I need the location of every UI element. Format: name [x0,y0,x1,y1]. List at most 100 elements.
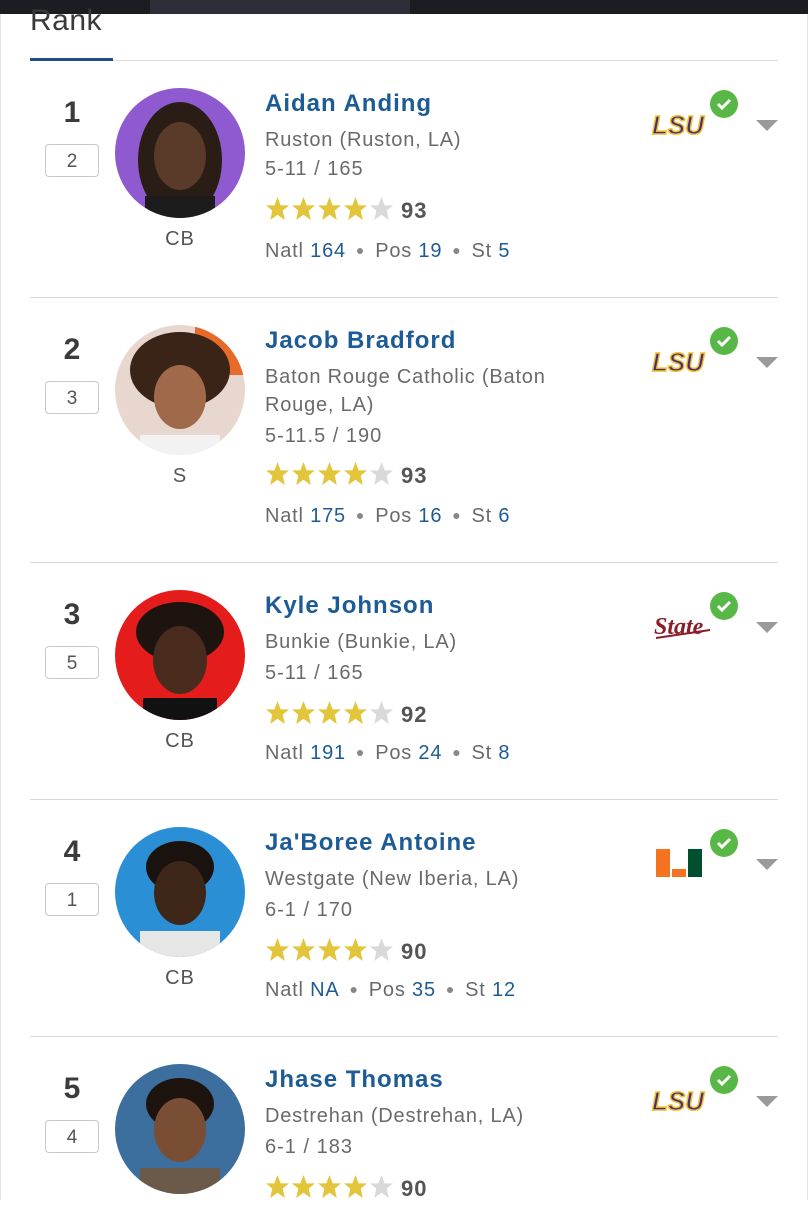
player-position: CB [165,967,195,989]
star-icon [344,938,367,961]
row-divider [30,297,778,298]
committed-check-icon [710,90,738,118]
star-icon [266,197,289,220]
star-empty-icon [370,1175,393,1198]
state-rank[interactable]: 5 [498,240,510,262]
svg-text:LSU: LSU [652,347,705,377]
state-rank[interactable]: 6 [498,505,510,527]
committed-check-icon [710,592,738,620]
star-icon [266,1175,289,1198]
chevron-down-icon[interactable] [756,120,778,131]
star-icon [344,197,367,220]
svg-text:LSU: LSU [652,110,705,140]
state-rank[interactable]: 8 [498,742,510,764]
player-school: Baton Rouge Catholic (Baton Rouge, LA) [265,366,546,416]
rank-number: 5 [63,1072,81,1105]
player-avatar[interactable] [115,325,245,455]
row-divider [30,562,778,563]
player-school: Destrehan (Destrehan, LA) [265,1105,525,1127]
pos-rank[interactable]: 19 [418,240,442,262]
player-name-link[interactable]: Aidan Anding [265,90,432,118]
chevron-down-icon[interactable] [756,357,778,368]
player-row-4[interactable]: 4 1 CB Ja'Boree Antoine Westgate (New Ib… [30,827,778,1037]
player-name-link[interactable]: Jhase Thomas [265,1066,444,1094]
player-school: Ruston (Ruston, LA) [265,129,462,151]
player-school: Westgate (New Iberia, LA) [265,868,520,890]
chevron-down-icon[interactable] [756,859,778,870]
star-icon [344,462,367,485]
natl-rank[interactable]: NA [310,979,339,1001]
star-icon [318,1175,341,1198]
star-icon [266,938,289,961]
height-weight: 5-11 / 165 [265,158,364,180]
star-icon [344,1175,367,1198]
star-empty-icon [370,938,393,961]
player-avatar[interactable] [115,1064,245,1194]
player-row-5[interactable]: 5 4 Jhase Thomas Destrehan (Destrehan, L… [30,1064,778,1212]
player-rating: 90 [401,1176,428,1201]
star-icon [318,938,341,961]
previous-rank-box: 2 [45,144,99,177]
star-icon [266,701,289,724]
chevron-down-icon[interactable] [756,1096,778,1107]
player-name-link[interactable]: Jacob Bradford [265,327,456,355]
rank-breakdown: Natl NA ● Pos 35 ● St 12 [265,979,516,1001]
star-icon [292,701,315,724]
pos-rank[interactable]: 24 [418,742,442,764]
player-rating: 92 [401,702,428,727]
previous-rank-box: 3 [45,381,99,414]
star-empty-icon [370,197,393,220]
committed-check-icon [710,1066,738,1094]
previous-rank-box: 5 [45,646,99,679]
row-divider [30,1036,778,1037]
player-school: Bunkie (Bunkie, LA) [265,631,457,653]
star-icon [318,462,341,485]
svg-text:State: State [654,614,704,640]
player-row-3[interactable]: 3 5 CB Kyle Johnson Bunkie (Bunkie, LA) … [30,590,778,800]
natl-rank[interactable]: 191 [310,742,346,764]
rank-number: 1 [63,96,81,129]
player-avatar[interactable] [115,88,245,218]
rank-breakdown: Natl 164 ● Pos 19 ● St 5 [265,240,511,262]
height-weight: 5-11.5 / 190 [265,425,383,447]
rank-number: 3 [63,598,81,631]
star-icon [318,197,341,220]
player-position: CB [165,730,195,752]
player-rating: 93 [401,463,428,488]
state-rank[interactable]: 12 [492,979,516,1001]
player-avatar[interactable] [115,827,245,957]
previous-rank-box: 1 [45,883,99,916]
player-name-link[interactable]: Ja'Boree Antoine [265,829,477,857]
star-empty-icon [370,462,393,485]
player-position: CB [165,228,195,250]
rank-column-header[interactable]: Rank [30,4,102,38]
rank-header-underline [30,58,113,61]
star-icon [292,462,315,485]
player-rating: 90 [401,939,428,964]
natl-rank[interactable]: 175 [310,505,346,527]
star-icon [266,462,289,485]
committed-check-icon [710,829,738,857]
pos-rank[interactable]: 35 [412,979,436,1001]
player-avatar[interactable] [115,590,245,720]
rank-breakdown: Natl 191 ● Pos 24 ● St 8 [265,742,511,764]
header-divider [113,60,778,61]
star-empty-icon [370,701,393,724]
player-rating: 93 [401,198,428,223]
rank-breakdown: Natl 175 ● Pos 16 ● St 6 [265,505,511,527]
pos-rank[interactable]: 16 [418,505,442,527]
player-row-1[interactable]: 1 2 CB Aidan Anding Ruston (Ruston, LA) … [30,88,778,298]
natl-rank[interactable]: 164 [310,240,346,262]
star-icon [318,701,341,724]
player-row-2[interactable]: 2 3 S Jacob Bradford Baton Rouge Catholi… [30,325,778,563]
top-banner-image [0,0,808,14]
left-edge [0,14,1,1200]
svg-text:LSU: LSU [652,1086,705,1116]
row-divider [30,799,778,800]
star-icon [292,197,315,220]
star-icon [292,1175,315,1198]
rank-number: 4 [63,835,81,868]
player-name-link[interactable]: Kyle Johnson [265,592,434,620]
chevron-down-icon[interactable] [756,622,778,633]
rank-number: 2 [63,333,81,366]
